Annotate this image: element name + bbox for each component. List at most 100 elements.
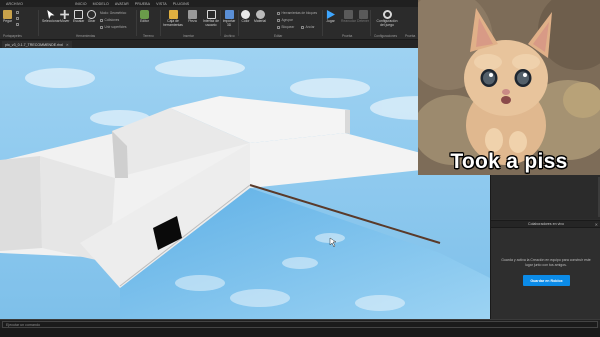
- game-settings-button[interactable]: Configuración del juego: [376, 10, 398, 28]
- ui-icon: [206, 10, 216, 19]
- mode-label: Modo:: [100, 11, 109, 15]
- editor-icon: [140, 10, 149, 19]
- game-settings-label: Configuración del juego: [376, 19, 398, 27]
- move-icon: [60, 10, 70, 19]
- part-icon: [188, 10, 197, 19]
- import3d-label: Importar 3D: [222, 19, 236, 27]
- part-button[interactable]: Pieza: [188, 10, 197, 24]
- ui-label: Interfaz de usuario: [202, 19, 220, 27]
- group-file: Archivo: [224, 34, 235, 38]
- group-tools: Herramientas: [76, 34, 96, 38]
- toolbox-label: Caja de herramientas: [163, 19, 183, 27]
- paste-label: Pegar: [3, 19, 13, 23]
- anchor-icon: [301, 25, 304, 29]
- select-icon: [47, 10, 55, 19]
- menu-archivo[interactable]: ARCHIVO: [6, 2, 23, 6]
- color-icon: [241, 10, 250, 19]
- material-button[interactable]: Material: [254, 10, 266, 24]
- join-surfaces-toggle[interactable]: Unir superficies: [100, 25, 126, 29]
- toolbox-icon: [168, 10, 178, 19]
- move-label: Mover: [60, 19, 70, 23]
- import3d-button[interactable]: Importar 3D: [223, 10, 235, 28]
- collisions-label: Colisiones: [104, 18, 120, 22]
- collab-title: Colaboradores en vivo: [528, 222, 564, 226]
- scale-label: Escalar: [73, 19, 85, 23]
- collisions-toggle[interactable]: Colisiones: [100, 18, 119, 22]
- cut-small[interactable]: [16, 17, 21, 20]
- scale-icon: [74, 10, 84, 19]
- play-icon: [326, 10, 335, 19]
- scale-button[interactable]: Escalar: [73, 10, 84, 24]
- editor-button[interactable]: Editor: [140, 10, 149, 24]
- group-test: Prueba: [342, 34, 353, 38]
- viewport-scene: [0, 48, 490, 319]
- mode-selector[interactable]: Modo: Geométrico: [100, 11, 126, 15]
- anchor-label: Anclar: [305, 25, 315, 29]
- color-label: Color: [241, 19, 250, 23]
- stop-icon: [358, 10, 368, 19]
- rotate-button[interactable]: Girar: [87, 10, 96, 24]
- group-edit: Editar: [274, 34, 283, 38]
- copy-small[interactable]: [16, 11, 21, 14]
- menu-plugins[interactable]: PLUGINS: [173, 2, 189, 6]
- select-label: Seleccionar: [42, 19, 60, 23]
- group-insert: Insertar: [183, 34, 194, 38]
- color-button[interactable]: Color: [241, 10, 250, 24]
- rotate-label: Girar: [87, 19, 96, 23]
- import-icon: [224, 10, 234, 19]
- duplicate-small[interactable]: [16, 23, 21, 26]
- resume-label: Reanudar: [341, 19, 356, 23]
- group-button[interactable]: Agrupar: [277, 18, 293, 22]
- command-input[interactable]: Ejecutar un comando: [2, 321, 598, 328]
- part-label: Pieza: [188, 19, 197, 23]
- block-tools-label: Herramientas de bloques: [281, 11, 318, 15]
- select-button[interactable]: Seleccionar: [42, 10, 60, 24]
- material-label: Material: [254, 19, 267, 23]
- save-to-roblox-button[interactable]: Guardar en Roblox: [523, 275, 570, 286]
- kitten-image: [418, 0, 600, 175]
- editor-label: Editor: [140, 19, 149, 23]
- material-icon: [255, 10, 265, 19]
- command-bar: Ejecutar un comando: [0, 319, 600, 328]
- stop-button[interactable]: Detener: [357, 10, 369, 24]
- anchor-button[interactable]: Anclar: [301, 25, 315, 29]
- toolbox-button[interactable]: Caja de herramientas: [163, 10, 183, 28]
- resume-icon: [343, 10, 353, 19]
- menu-prueba[interactable]: PRUEBA: [135, 2, 150, 6]
- join-surfaces-label: Unir superficies: [104, 25, 127, 29]
- block-tools[interactable]: Herramientas de bloques: [277, 11, 317, 15]
- file-tab[interactable]: pio_v3_0.1.7_TRECOMMENDE.rbxl ✕: [2, 41, 72, 48]
- lock-button[interactable]: Bloquear: [277, 25, 294, 29]
- play-button[interactable]: Jugar: [326, 10, 335, 24]
- ui-button[interactable]: Interfaz de usuario: [203, 10, 219, 28]
- stop-label: Detener: [357, 19, 370, 23]
- menu-vista[interactable]: VISTA: [156, 2, 167, 6]
- play-label: Jugar: [326, 19, 335, 23]
- kitten-overlay: Took a piss: [418, 0, 600, 175]
- group-label: Agrupar: [281, 18, 293, 22]
- ribbon-toolbar: Pegar Portapapeles Seleccionar Mover Esc…: [0, 7, 418, 40]
- group-settings: Configuraciones: [374, 34, 398, 38]
- properties-area: [491, 175, 600, 219]
- collab-description: Guarda y activa la Creación en equipo pa…: [501, 258, 591, 267]
- menu-bar: ARCHIVO INICIO MODELO AVATAR PRUEBA VIST…: [0, 0, 418, 7]
- collab-header: Colaboradores en vivo ✕: [491, 220, 600, 228]
- lock-icon: [277, 25, 280, 29]
- checkbox-icon: [100, 18, 103, 22]
- document-tab-strip: pio_v3_0.1.7_TRECOMMENDE.rbxl ✕: [0, 40, 418, 48]
- close-icon[interactable]: ✕: [66, 43, 69, 47]
- move-button[interactable]: Mover: [60, 10, 69, 24]
- menu-inicio[interactable]: INICIO: [75, 2, 87, 6]
- close-icon[interactable]: ✕: [595, 222, 598, 227]
- paste-button[interactable]: Pegar: [3, 10, 12, 24]
- status-bar: [0, 328, 600, 337]
- 3d-viewport[interactable]: [0, 48, 490, 319]
- settings-icon: [382, 10, 392, 19]
- right-panel: Colaboradores en vivo ✕ Guarda y activa …: [490, 175, 600, 319]
- resume-button[interactable]: Reanudar: [341, 10, 356, 24]
- group-icon: [277, 18, 280, 22]
- group-clipboard: Portapapeles: [3, 34, 22, 38]
- menu-avatar[interactable]: AVATAR: [115, 2, 129, 6]
- group-team: Prueba: [405, 34, 416, 38]
- menu-modelo[interactable]: MODELO: [93, 2, 109, 6]
